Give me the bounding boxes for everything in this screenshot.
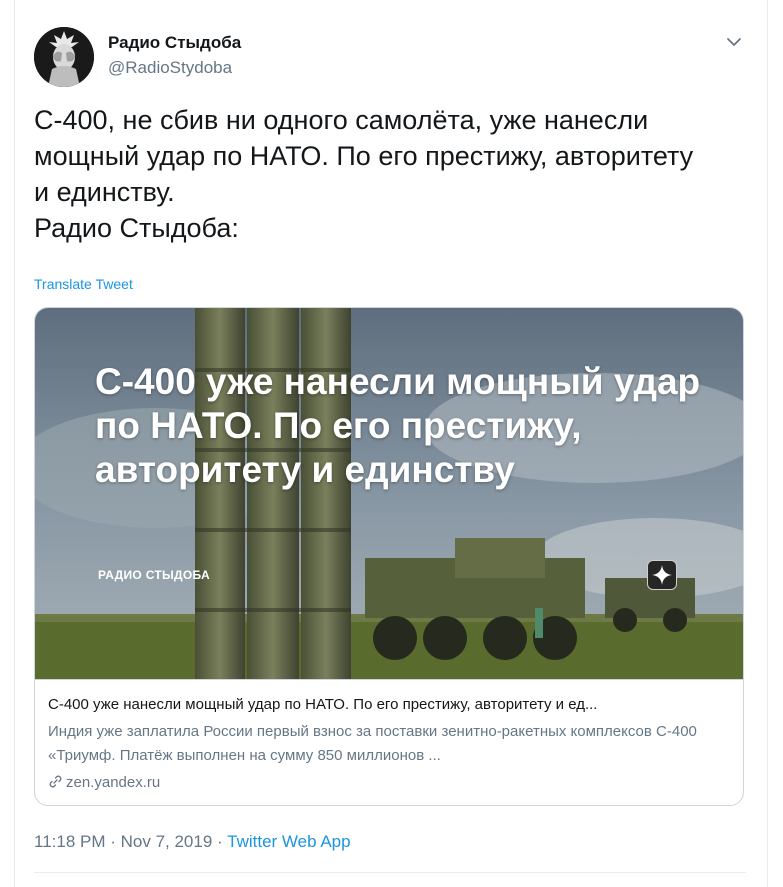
divider [34,872,746,873]
meta-separator: · [212,832,228,851]
card-body: С-400 уже нанесли мощный удар по НАТО. П… [35,679,743,805]
card-domain[interactable]: zen.yandex.ru [48,774,160,791]
tweet-text: С-400, не сбив ни одного самолёта, уже н… [34,105,694,243]
link-card[interactable]: С-400 уже нанесли мощный удар по НАТО. П… [34,307,744,806]
chevron-down-icon[interactable] [722,30,746,54]
card-image-headline: С-400 уже нанесли мощный удар по НАТО. П… [95,361,701,490]
tweet-time[interactable]: 11:18 PM [34,832,106,851]
card-title[interactable]: С-400 уже нанесли мощный удар по НАТО. П… [48,696,732,713]
tweet-meta: 11:18 PM · Nov 7, 2019 · Twitter Web App [34,832,351,852]
link-icon [48,774,63,789]
tweet-date[interactable]: Nov 7, 2019 [121,832,213,851]
tweet-source-app[interactable]: Twitter Web App [227,832,350,851]
author-handle[interactable]: @RadioStydoba [108,58,232,78]
card-image: С-400 уже нанесли мощный удар по НАТО. П… [35,308,743,679]
meta-separator: · [105,832,121,851]
avatar[interactable] [34,27,94,87]
card-domain-text: zen.yandex.ru [66,774,161,791]
author-name[interactable]: Радио Стыдоба [108,33,241,53]
translate-tweet-link[interactable]: Translate Tweet [34,276,133,292]
card-image-brand: РАДИО СТЫДОБА [98,568,210,582]
card-description: Индия уже заплатила России первый взнос … [48,723,697,764]
zen-star-icon [647,560,677,590]
